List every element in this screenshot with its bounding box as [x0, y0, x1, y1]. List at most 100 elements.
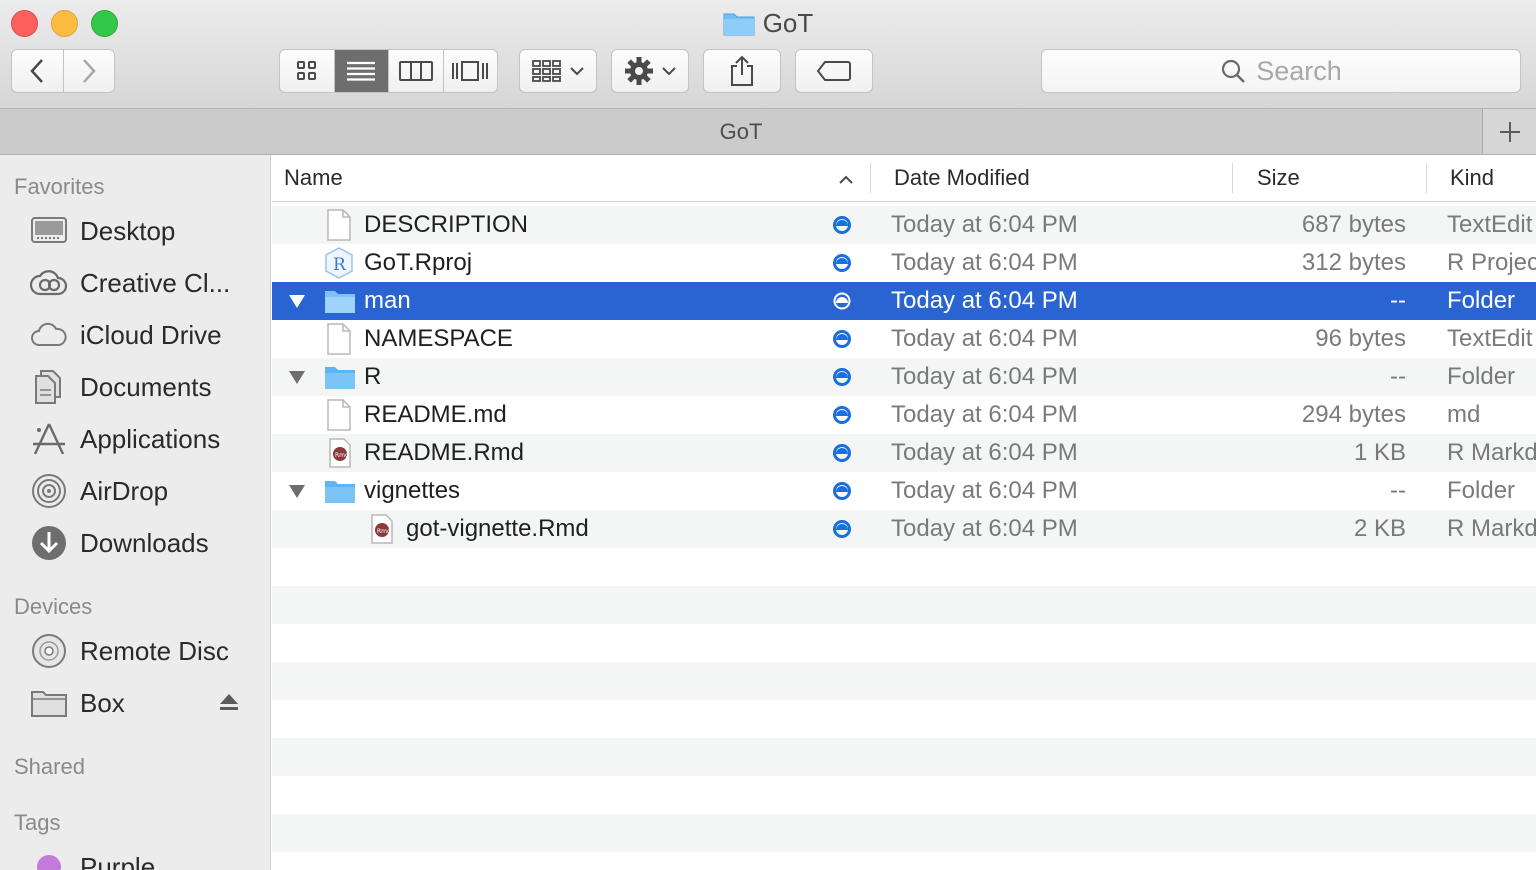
file-name: R	[364, 363, 382, 390]
folder-icon	[324, 472, 356, 510]
file-name: README.Rmd	[364, 439, 525, 466]
empty-row	[272, 852, 1536, 870]
sidebar-item-applications[interactable]: Applications	[30, 419, 220, 459]
file-size: --	[1390, 477, 1406, 504]
file-date: Today at 6:04 PM	[891, 211, 1078, 238]
sidebar-item-label: Creative Cl...	[80, 267, 231, 298]
empty-row	[272, 814, 1536, 852]
sidebar-tag-purple[interactable]: Purple	[30, 847, 155, 870]
search-icon	[1222, 59, 1246, 83]
favorites-header: Favorites	[14, 174, 105, 199]
folder-icon	[324, 358, 356, 396]
file-row[interactable]: Rmd got-vignette.Rmd Today at 6:04 PM 2 …	[272, 510, 1536, 548]
arrange-button[interactable]	[519, 49, 597, 93]
chevron-right-icon	[82, 59, 96, 83]
sidebar-item-documents[interactable]: Documents	[30, 367, 212, 407]
file-date: Today at 6:04 PM	[891, 325, 1078, 352]
disclosure-triangle-icon[interactable]	[288, 472, 306, 510]
svg-text:Rmd: Rmd	[377, 528, 391, 535]
empty-row	[272, 662, 1536, 700]
column-view-button[interactable]	[389, 50, 444, 92]
column-divider[interactable]	[1426, 163, 1427, 193]
sync-status-icon	[832, 282, 852, 320]
search-placeholder: Search	[1256, 55, 1342, 86]
plus-icon	[1500, 121, 1520, 142]
file-row[interactable]: R GoT.Rproj Today at 6:04 PM 312 bytes R…	[272, 244, 1536, 282]
svg-text:Rmd: Rmd	[335, 452, 349, 459]
file-row[interactable]: vignettes Today at 6:04 PM -- Folder	[272, 472, 1536, 510]
disclosure-triangle-icon[interactable]	[288, 358, 306, 396]
column-header-name[interactable]: Name	[284, 155, 343, 201]
downloads-icon	[30, 524, 68, 562]
forward-button[interactable]	[64, 50, 115, 92]
sidebar-item-remote-disc[interactable]: Remote Disc	[30, 631, 229, 671]
file-list: DESCRIPTION Today at 6:04 PM 687 bytes T…	[272, 202, 1536, 870]
sidebar-item-label: Remote Disc	[80, 635, 229, 666]
file-date: Today at 6:04 PM	[891, 477, 1078, 504]
file-name: README.md	[364, 401, 507, 428]
file-kind: Folder	[1447, 477, 1516, 504]
file-size: 2 KB	[1353, 515, 1406, 542]
list-view-button[interactable]	[334, 50, 389, 92]
sidebar-item-creative-cloud[interactable]: Creative Cl...	[30, 263, 230, 303]
file-row-selected[interactable]: man Today at 6:04 PM -- Folder	[272, 282, 1536, 320]
file-row[interactable]: R Today at 6:04 PM -- Folder	[272, 358, 1536, 396]
share-icon	[731, 55, 753, 86]
cloud-icon	[30, 316, 68, 354]
tab-got[interactable]: GoT	[0, 109, 1482, 154]
file-kind: Folder	[1447, 363, 1516, 390]
column-header-kind[interactable]: Kind	[1450, 155, 1494, 201]
sidebar-item-icloud-drive[interactable]: iCloud Drive	[30, 315, 222, 355]
sidebar-item-label: Box	[80, 687, 125, 718]
list-icon	[347, 61, 376, 81]
action-button[interactable]	[611, 49, 689, 93]
empty-row	[272, 586, 1536, 624]
new-tab-button[interactable]	[1482, 109, 1536, 154]
back-button[interactable]	[12, 50, 64, 92]
file-size: 96 bytes	[1315, 325, 1406, 352]
shared-header: Shared	[14, 754, 85, 779]
sort-ascending-icon[interactable]	[838, 155, 854, 201]
sidebar-item-label: Purple	[80, 851, 156, 870]
creative-cloud-icon	[30, 264, 68, 302]
tags-header: Tags	[14, 810, 61, 835]
edit-tags-button[interactable]	[795, 49, 873, 93]
tag-icon	[816, 61, 851, 81]
column-header-date[interactable]: Date Modified	[894, 155, 1030, 201]
view-mode-control	[279, 49, 498, 93]
column-divider[interactable]	[1232, 163, 1233, 193]
search-field[interactable]: Search	[1041, 49, 1521, 93]
file-name: NAMESPACE	[364, 325, 513, 352]
sidebar-item-box[interactable]: Box	[30, 683, 125, 723]
file-row[interactable]: README.md Today at 6:04 PM 294 bytes md	[272, 396, 1536, 434]
sidebar-item-downloads[interactable]: Downloads	[30, 523, 209, 563]
document-icon	[326, 396, 352, 434]
svg-text:R: R	[333, 255, 347, 275]
sidebar-item-desktop[interactable]: Desktop	[30, 211, 175, 251]
column-header: Name Date Modified Size Kind	[272, 155, 1536, 202]
tag-color-dot-icon	[30, 848, 68, 870]
cover-flow-view-button[interactable]	[444, 50, 498, 92]
eject-icon[interactable]	[218, 692, 240, 717]
icon-view-button[interactable]	[280, 50, 335, 92]
empty-row	[272, 776, 1536, 814]
file-row[interactable]: DESCRIPTION Today at 6:04 PM 687 bytes T…	[272, 206, 1536, 244]
share-button[interactable]	[703, 49, 781, 93]
file-date: Today at 6:04 PM	[891, 515, 1078, 542]
column-header-size[interactable]: Size	[1257, 155, 1300, 201]
file-row[interactable]: Rmd README.Rmd Today at 6:04 PM 1 KB R M…	[272, 434, 1536, 472]
file-size: 1 KB	[1353, 439, 1406, 466]
sync-status-icon	[832, 510, 852, 548]
file-row[interactable]: NAMESPACE Today at 6:04 PM 96 bytes Text…	[272, 320, 1536, 358]
sidebar-item-airdrop[interactable]: AirDrop	[30, 471, 168, 511]
disclosure-triangle-icon[interactable]	[288, 282, 306, 320]
column-divider[interactable]	[870, 163, 871, 193]
document-icon	[326, 206, 352, 244]
columns-icon	[398, 61, 433, 81]
file-name: got-vignette.Rmd	[406, 515, 589, 542]
sidebar-item-label: iCloud Drive	[80, 319, 222, 350]
sync-status-icon	[832, 244, 852, 282]
rproj-icon: R	[324, 244, 354, 282]
document-icon	[326, 320, 352, 358]
sidebar-item-label: Desktop	[80, 215, 176, 246]
